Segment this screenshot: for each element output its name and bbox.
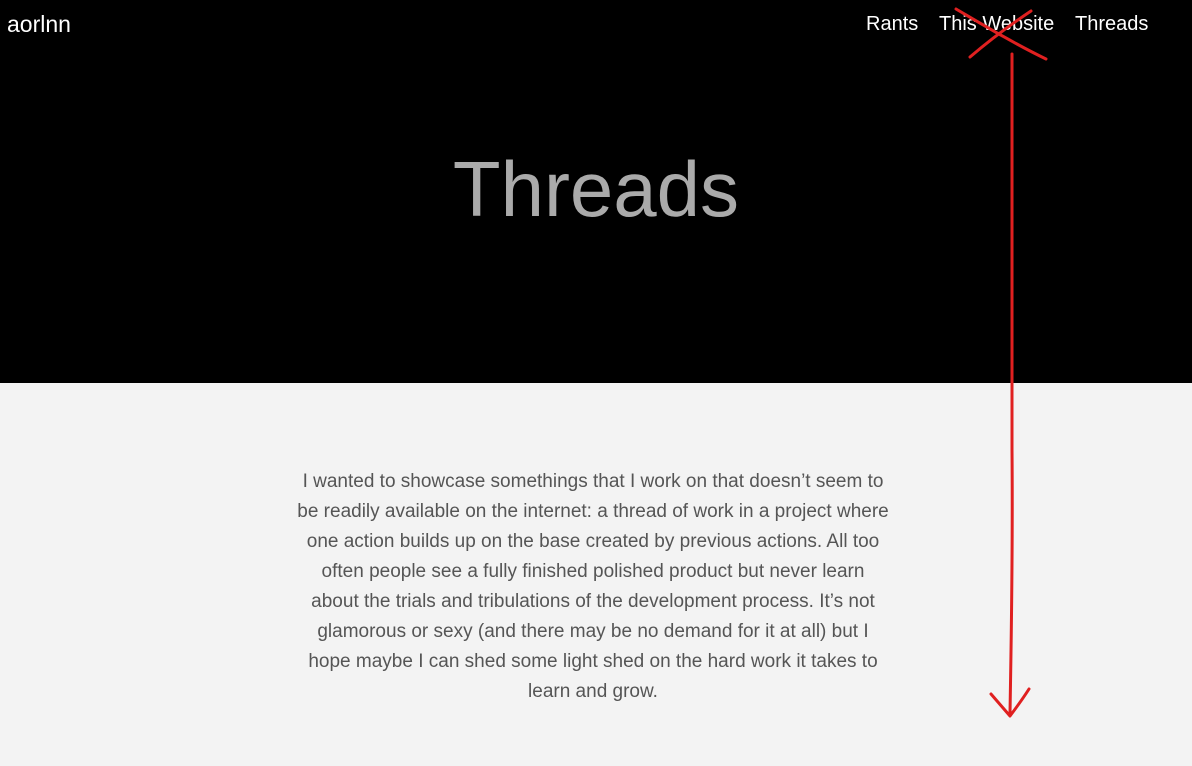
nav-link-this-website[interactable]: This Website <box>939 13 1054 36</box>
nav-link-rants[interactable]: Rants <box>866 13 918 36</box>
page-title: Threads <box>452 145 740 233</box>
hero-banner: aorlnn Rants This Website Threads Thread… <box>0 0 1192 383</box>
intro-paragraph: I wanted to showcase somethings that I w… <box>297 471 889 702</box>
nav-link-threads[interactable]: Threads <box>1075 13 1148 36</box>
top-nav: Rants This Website Threads <box>0 13 1192 43</box>
